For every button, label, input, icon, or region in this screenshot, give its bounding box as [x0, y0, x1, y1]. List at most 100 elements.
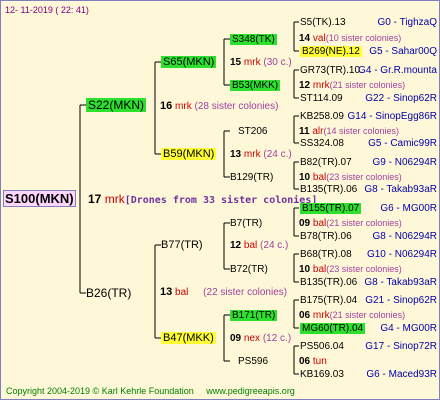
leaf-origin: G10 - N06294R	[366, 249, 437, 260]
dam-note: (22 sister colonies)	[203, 287, 288, 298]
leaf-origin: G5 - Camic99R	[368, 138, 437, 149]
leaf-name: B82(TR).07	[300, 157, 352, 168]
leaf-row: B269(NE).12	[300, 45, 362, 58]
dam-node: B26(TR)	[86, 286, 131, 300]
root-note: [Drones from 33 sister colonies]	[124, 195, 318, 206]
sire-node: S22(MKN)	[86, 98, 147, 112]
sire-sire-node: S65(MKN)	[161, 55, 217, 69]
g4-unit: mrk	[312, 310, 330, 321]
g4-gen: 14	[299, 33, 311, 44]
leaf-origin: G17 - Sinop72R	[365, 341, 437, 352]
leaf-row: PS506.04	[300, 340, 344, 353]
footer-url[interactable]: www.pedigreeapis.org	[206, 386, 295, 396]
g4-gen: 06	[299, 310, 311, 321]
g4-gen: 11	[299, 126, 310, 137]
sire-name: S22(MKN)	[86, 98, 147, 112]
sire-gen: 16	[160, 100, 173, 112]
g4-note: (23 sister colonies)	[326, 172, 402, 182]
leaf-row: S5(TK).13	[300, 16, 346, 29]
g4-unit: bal	[312, 218, 327, 229]
leaf-origin: G8 - N06294R	[372, 231, 437, 242]
g4-node: B129(TR)	[230, 171, 273, 184]
footer-copyright: Copyright 2004-2019 © Karl Kehrle Founda…	[6, 386, 194, 396]
leaf-name: SS324.08	[300, 138, 344, 149]
g4-name: B129(TR)	[230, 172, 274, 183]
leaf-row: B82(TR).07	[300, 156, 352, 169]
root-unit: mrk	[104, 192, 125, 206]
g4-info: 06 mrk(21 sister colonies)	[299, 309, 405, 322]
dam-gen: 13	[160, 286, 173, 298]
g4-node: B171(TR)	[230, 309, 278, 322]
dam-dam-node: B47(MKK)	[161, 331, 216, 345]
leaf-row: B175(TR).04	[300, 294, 357, 307]
leaf-row: ST114.09	[300, 92, 343, 105]
g4-note: (21 sister colonies)	[326, 218, 402, 228]
dam-dam-unit: nex	[243, 333, 261, 344]
leaf-origin: G14 - SinopEgg86R	[347, 111, 437, 122]
leaf-name: PS506.04	[300, 341, 344, 352]
leaf-origin: G9 - N06294R	[372, 157, 437, 168]
sire-dam-gen: 13	[230, 149, 242, 160]
leaf-name: S5(TK).13	[300, 17, 346, 28]
g4-unit: mrk	[312, 80, 330, 91]
leaf-row: B68(TR).08	[300, 248, 352, 261]
dam-dam-info: 09 nex (12 c.)	[230, 332, 291, 345]
leaf-name: B269(NE).12	[300, 46, 362, 57]
dam-dam-gen: 09	[230, 333, 242, 344]
sire-dam-name: B59(MKN)	[161, 148, 217, 160]
g4-node: PS596	[238, 355, 268, 368]
leaf-name: B78(TR).06	[300, 231, 352, 242]
sire-sire-note: (30 c.)	[263, 57, 292, 68]
dam-unit: bal	[175, 287, 189, 298]
sire-dam-info: 13 mrk (24 c.)	[230, 148, 292, 161]
sire-sire-info: 15 mrk (30 c.)	[230, 56, 292, 69]
g4-unit: bal	[312, 264, 327, 275]
report-date: 12- 11-2019 ( 22: 41)	[5, 5, 89, 15]
dam-dam-note: (12 c.)	[262, 333, 292, 344]
g4-gen: 10	[299, 264, 311, 275]
g4-node: B7(TR)	[230, 217, 262, 230]
g4-node: S348(TK)	[230, 33, 277, 46]
leaf-name: B155(TR).07	[300, 203, 362, 214]
g4-unit: bal	[312, 172, 327, 183]
g4-name: B72(TR)	[230, 264, 268, 275]
g4-name: PS596	[238, 356, 269, 367]
leaf-name: KB258.09	[300, 111, 344, 122]
g4-note: (21 sister colonies)	[329, 80, 406, 90]
g4-gen: 12	[299, 80, 311, 91]
g4-note: (10 sister colonies)	[325, 33, 402, 43]
leaf-row: MG60(TR).04	[300, 322, 366, 335]
g4-gen: 10	[299, 172, 311, 183]
sire-sire-unit: mrk	[243, 57, 261, 68]
sire-note: (28 sister colonies)	[194, 101, 279, 112]
sire-info: 16 mrk (28 sister colonies)	[160, 100, 278, 113]
leaf-name: GR73(TR).10	[300, 65, 361, 76]
g4-name: B171(TR)	[230, 310, 278, 321]
leaf-origin: G6 - Maced93R	[366, 369, 437, 380]
leaf-row: B155(TR).07	[300, 202, 362, 215]
leaf-row: GR73(TR).10	[300, 64, 360, 77]
g4-note: (21 sister colonies)	[329, 310, 406, 320]
g4-unit: tun	[312, 356, 327, 367]
leaf-name: ST114.09	[300, 93, 343, 104]
g4-note: (23 sister colonies)	[326, 264, 402, 274]
g4-note: (14 sister colonies)	[323, 126, 400, 136]
leaf-origin: G5 - Sahar00Q	[369, 46, 437, 57]
sire-unit: mrk	[175, 101, 192, 112]
leaf-name: KB169.03	[300, 369, 344, 380]
dam-sire-info: 12 bal (24 c.)	[230, 239, 288, 252]
leaf-name: B175(TR).04	[300, 295, 358, 306]
g4-name: B53(MKK)	[230, 80, 281, 91]
leaf-row: B135(TR).06	[300, 276, 357, 289]
g4-node: B72(TR)	[230, 263, 268, 276]
dam-sire-note: (24 c.)	[260, 240, 289, 251]
leaf-origin: G6 - MG00R	[380, 203, 437, 214]
g4-unit: val	[312, 33, 326, 44]
sire-dam-node: B59(MKN)	[161, 147, 217, 161]
g4-gen: 06	[299, 356, 311, 367]
g4-info: 12 mrk(21 sister colonies)	[299, 79, 405, 92]
leaf-row: B78(TR).06	[300, 230, 352, 243]
leaf-origin: G21 - Sinop62R	[365, 295, 437, 306]
dam-name: B26(TR)	[86, 286, 132, 300]
leaf-origin: G8 - Takab93aR	[364, 184, 437, 195]
